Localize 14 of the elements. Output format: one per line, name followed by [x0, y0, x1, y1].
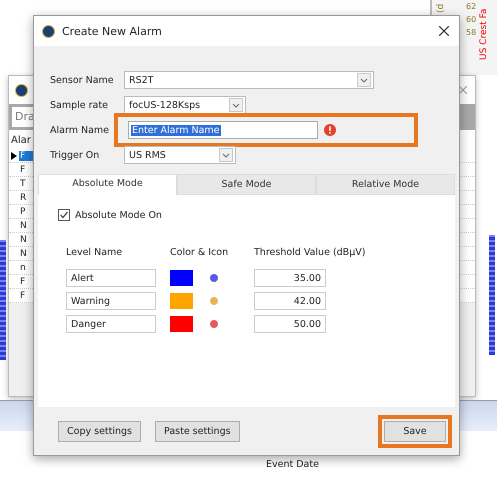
- checkbox-label: Absolute Mode On: [75, 210, 162, 220]
- column-header: Event Date: [266, 459, 319, 470]
- window-title: Create New Alarm: [62, 24, 163, 38]
- field-label: Sample rate: [50, 100, 109, 110]
- axis-tick-label: 60: [466, 15, 476, 24]
- axis-label: (d: [436, 2, 446, 13]
- axis-tick-label: 58: [466, 28, 476, 37]
- field-label: Trigger On: [50, 150, 100, 160]
- axis-tick-label: 62: [466, 2, 476, 11]
- column-header: Color & Icon: [170, 247, 230, 260]
- field-label: Sensor Name: [50, 74, 115, 86]
- column-header: Level Name: [66, 247, 124, 260]
- column-header: Threshold Value (dBμV): [254, 247, 366, 260]
- chart-title: US Crest Fa: [479, 8, 490, 60]
